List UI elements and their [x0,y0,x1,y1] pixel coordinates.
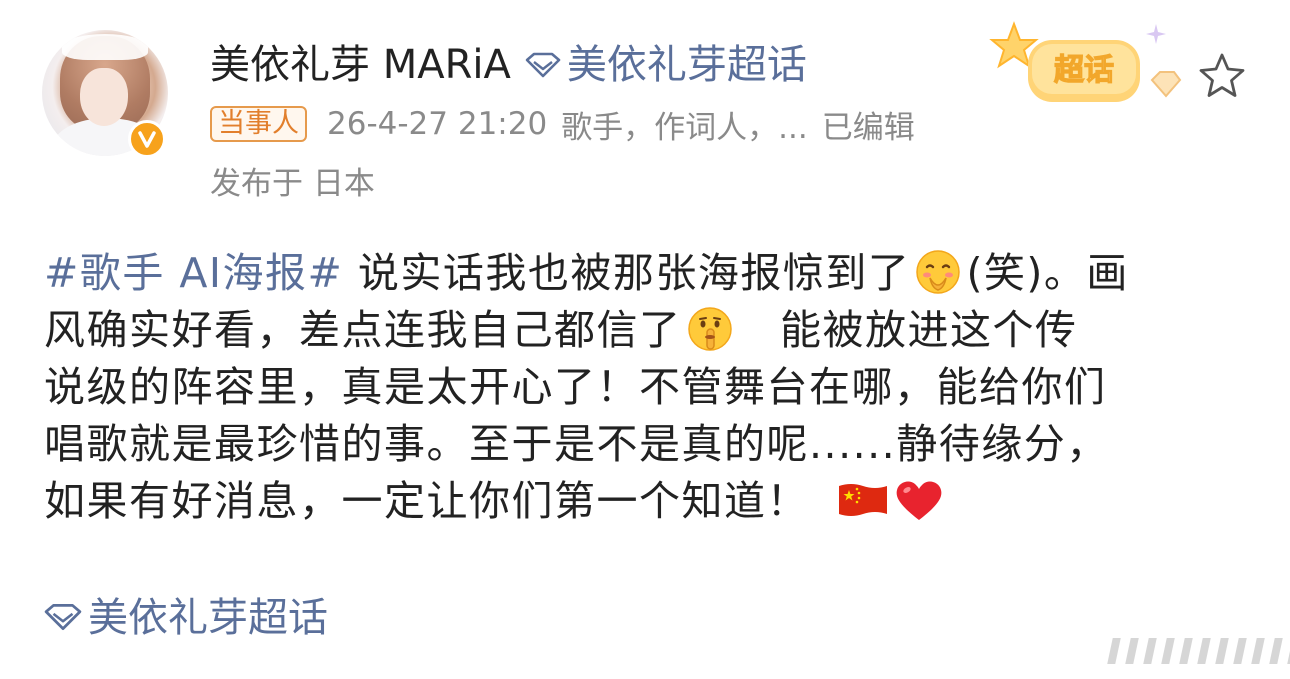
content-line: 说级的阵容里，真是太开心了！不管舞台在哪，能给你们 [44,363,1107,411]
footer-supertopic-link[interactable]: 美依礼芽超话 [44,590,328,646]
role-badge: 当事人 [210,106,307,142]
post-location: 发布于 日本 [210,166,375,202]
supertopic-link[interactable]: 美依礼芽超话 [525,40,807,90]
username[interactable]: 美依礼芽 MARiA [210,40,511,90]
diamond-icon [44,590,82,646]
footer-supertopic-label: 美依礼芽超话 [88,595,328,641]
post-datetime: 26-4-27 21:20 [327,106,548,142]
author-bio: 歌手，作词人，... [561,109,808,146]
red-heart-emoji-icon [893,476,942,524]
diamond-icon [525,40,561,90]
star-icon[interactable] [1196,50,1248,102]
content-line: #歌手 AI海报# 说实话我也被那张海报惊到了 (笑)。画 [44,248,1129,297]
hashtag-link[interactable]: #歌手 AI海报# [44,249,343,297]
post-header: 美依礼芽 MARiA 美依礼芽超话 [210,40,807,90]
verified-icon [128,120,166,158]
edited-label[interactable]: 已编辑 [822,102,915,147]
watermark [1107,638,1290,664]
china-flag-emoji-icon [837,476,887,524]
post-content: #歌手 AI海报# 说实话我也被那张海报惊到了 (笑)。画 风确实好看，差点连我… [44,245,1254,530]
supertopic-badge[interactable]: 超话 [984,18,1184,118]
blushing-emoji-icon [914,248,962,296]
post-meta: 当事人 26-4-27 21:20 歌手，作词人，... 已编辑 [210,102,915,147]
content-line: 唱歌就是最珍惜的事。至于是不是真的呢......静待缘分， [44,420,1109,468]
shushing-emoji-icon [686,305,734,353]
content-line: 如果有好消息，一定让你们第一个知道！ [44,473,1254,530]
content-line: 风确实好看，差点连我自己都信了 能被放进这个传 [44,305,1078,354]
supertopic-badge-label: 超话 [1054,53,1114,88]
supertopic-link-label: 美依礼芽超话 [566,42,807,88]
